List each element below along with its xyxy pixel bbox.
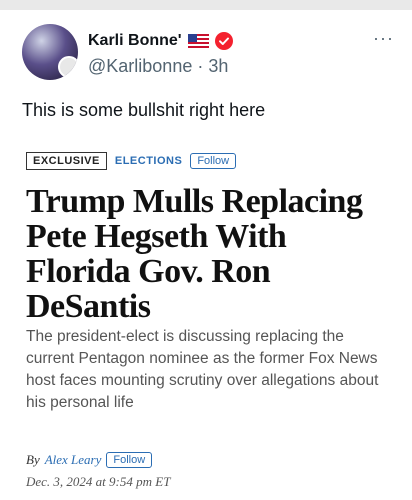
byline: By Alex Leary Follow <box>26 452 153 468</box>
author-name-row: Karli Bonne' <box>88 30 233 52</box>
article-headline: Trump Mulls Replacing Pete Hegseth With … <box>26 183 363 325</box>
us-flag-icon <box>187 34 209 48</box>
article-tags: EXCLUSIVE ELECTIONS Follow <box>26 150 396 172</box>
exclusive-tag: EXCLUSIVE <box>26 152 107 170</box>
article-screenshot: EXCLUSIVE ELECTIONS Follow Trump Mulls R… <box>26 150 396 489</box>
display-name[interactable]: Karli Bonne' <box>88 32 182 50</box>
avatar[interactable] <box>22 24 78 80</box>
byline-author: Alex Leary <box>44 452 102 467</box>
article-dek: The president-elect is discussing replac… <box>26 328 379 411</box>
more-options-icon[interactable]: ··· <box>373 28 394 49</box>
avatar-badge-icon <box>58 56 78 78</box>
status-strip <box>0 0 412 10</box>
section-tag: ELECTIONS <box>114 155 183 167</box>
handle-and-time[interactable]: @Karlibonne · 3h <box>88 56 228 77</box>
verified-check-icon <box>214 32 233 50</box>
byline-prefix: By <box>26 452 40 467</box>
tweet-text: This is some bullshit right here <box>22 100 266 120</box>
tweet-card[interactable]: Karli Bonne' @Karlibonne · 3h ··· This i… <box>0 10 412 500</box>
article-dateline: Dec. 3, 2024 at 9:54 pm ET <box>26 474 171 489</box>
author-follow-button: Follow <box>106 452 153 468</box>
section-follow-button: Follow <box>190 153 237 169</box>
